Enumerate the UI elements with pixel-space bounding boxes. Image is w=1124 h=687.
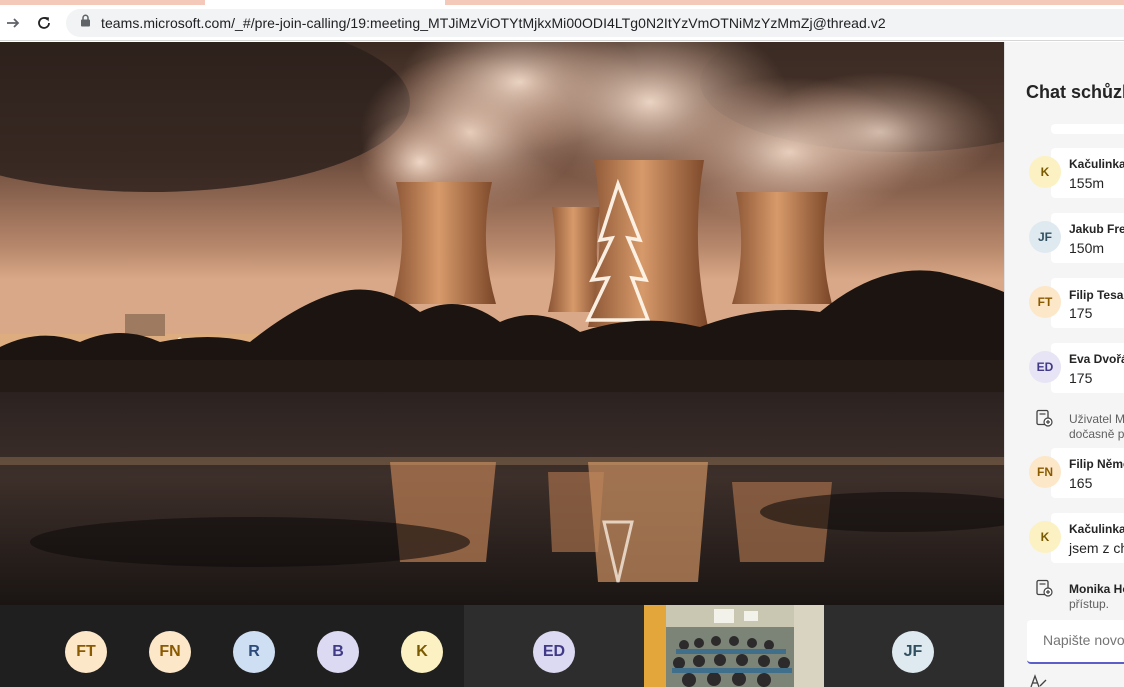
chat-title: Chat schůzk	[1026, 82, 1124, 102]
reload-icon[interactable]	[33, 12, 55, 34]
message-text: 175	[1069, 370, 1093, 386]
message-avatar: FT	[1029, 286, 1061, 318]
participant-avatar[interactable]: R	[233, 631, 275, 673]
message-avatar: K	[1029, 156, 1061, 188]
system-message-line: Uživatel M	[1069, 412, 1124, 426]
chat-compose-input[interactable]	[1043, 632, 1124, 648]
message-author: Eva Dvořál	[1069, 352, 1124, 366]
forward-arrow-icon[interactable]	[2, 12, 24, 34]
message-avatar: ED	[1029, 351, 1061, 383]
message-avatar: K	[1029, 521, 1061, 553]
chat-compose-box[interactable]	[1027, 620, 1124, 664]
message-author: Filip Něme	[1069, 457, 1124, 471]
address-bar[interactable]: teams.microsoft.com/_#/pre-join-calling/…	[66, 9, 1124, 37]
chat-message-card	[1051, 124, 1124, 134]
meeting-event-icon	[1036, 579, 1053, 597]
participant-avatar: ED	[533, 631, 575, 673]
participant-avatar: JF	[892, 631, 934, 673]
participant-avatar[interactable]: K	[401, 631, 443, 673]
participant-tile[interactable]: JF	[824, 605, 1004, 687]
message-text: 175	[1069, 305, 1093, 321]
system-message-line: dočasně p	[1069, 427, 1124, 441]
lock-icon[interactable]	[80, 14, 91, 32]
message-text: 165	[1069, 475, 1093, 491]
message-author: Jakub Frey	[1069, 222, 1124, 236]
participant-group: FT FN R B K	[0, 605, 464, 687]
message-text: 155m	[1069, 175, 1105, 191]
url-text: teams.microsoft.com/_#/pre-join-calling/…	[101, 15, 886, 31]
message-text: jsem z ch	[1069, 540, 1124, 556]
participant-avatar[interactable]: FN	[149, 631, 191, 673]
message-author: Kačulinka	[1069, 522, 1124, 536]
participant-strip: FT FN R B K ED JF	[0, 605, 1004, 687]
meeting-chat-panel: Chat schůzk K Kačulinka 155m JF Jakub Fr…	[1004, 42, 1124, 687]
message-text: 150m	[1069, 240, 1105, 256]
format-text-icon[interactable]	[1029, 673, 1049, 687]
meeting-event-icon	[1036, 409, 1053, 427]
message-author: Kačulinka	[1069, 157, 1124, 171]
message-author: Filip Tesař	[1069, 288, 1124, 302]
shared-content-image	[0, 42, 1004, 605]
message-avatar: JF	[1029, 221, 1061, 253]
message-avatar: FN	[1029, 456, 1061, 488]
participant-tile[interactable]: ED	[464, 605, 644, 687]
participant-video-feed[interactable]	[644, 605, 824, 687]
browser-toolbar: teams.microsoft.com/_#/pre-join-calling/…	[0, 5, 1124, 41]
system-message-line: přístup.	[1069, 597, 1110, 611]
participant-avatar[interactable]: B	[317, 631, 359, 673]
participant-avatar[interactable]: FT	[65, 631, 107, 673]
system-message-line: Monika Ho	[1069, 582, 1124, 596]
